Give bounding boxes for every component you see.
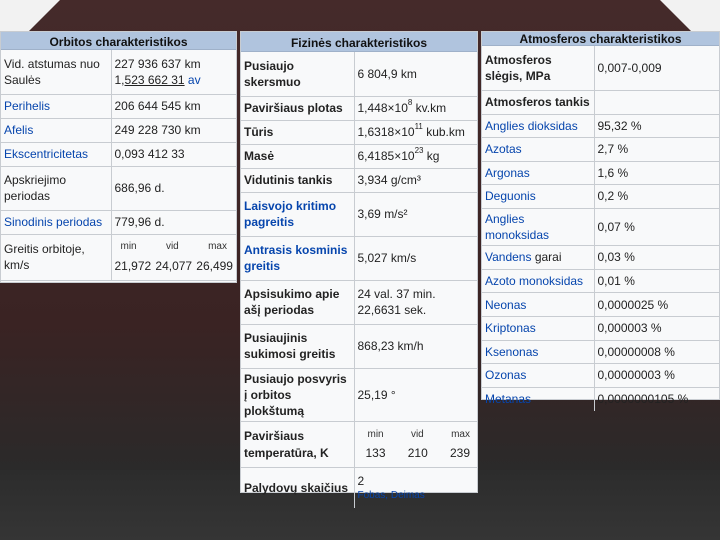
table-row: Pusiaujo skersmuo 6 804,9 km	[241, 52, 477, 97]
gas-link[interactable]: Argonas	[482, 161, 595, 186]
table-row: Vid. atstumas nuo Saulės 227 936 637 km …	[1, 50, 236, 95]
distance-km: 227 936 637 km	[114, 56, 201, 71]
table-row: Ekscentricitetas 0,093 412 33	[1, 142, 236, 167]
table-row: Apskriejimo periodas 686,96 d.	[1, 166, 236, 211]
table-row: Azoto monoksidas 0,01 %	[482, 269, 719, 294]
table-row: Paviršiaus plotas 1,448×108 kv.km	[241, 96, 477, 121]
row-value: 249 228 730 km	[111, 118, 236, 143]
synodic-period-link[interactable]: Sinodinis periodas	[1, 210, 112, 235]
table-row: Neonas 0,0000025 %	[482, 292, 719, 318]
physical-panel: Fizinės charakteristikos Pusiaujo skersm…	[240, 31, 478, 508]
gas-link[interactable]: Ksenonas	[482, 340, 595, 365]
gas-link[interactable]: Neonas	[482, 292, 595, 318]
table-row: Vidutinis tankis 3,934 g/cm³	[241, 168, 477, 193]
table-row: Ksenonas 0,00000008 %	[482, 340, 719, 365]
row-label: Greitis orbitoje, km/s	[1, 234, 112, 281]
table-row: Afelis 249 228 730 km	[1, 118, 236, 143]
table-row: Tūris 1,6318×1011 kub.km	[241, 120, 477, 145]
gas-link[interactable]: Azoto monoksidas	[482, 269, 595, 294]
table-row: Argonas 1,6 %	[482, 161, 719, 186]
atmosphere-panel: Atmosferos charakteristikos Atmosferos s…	[481, 31, 720, 411]
table-row: Laisvojo kritimo pagreitis 3,69 m/s²	[241, 192, 477, 237]
table-row: Perihelis 206 644 545 km	[1, 94, 236, 119]
gravity-link[interactable]: Laisvojo kritimo pagreitis	[241, 192, 355, 237]
gas-link[interactable]: Anglies dioksidas	[482, 114, 595, 139]
gas-link[interactable]: Deguonis	[482, 184, 595, 209]
row-label: Vid. atstumas nuo Saulės	[1, 50, 112, 95]
table-row: Antrasis kosminis greitis 5,027 km/s	[241, 236, 477, 281]
table-row: Greitis orbitoje, km/s min vid max 21,97…	[1, 234, 236, 281]
row-value: 206 644 545 km	[111, 94, 236, 119]
table-row: Anglies dioksidas 95,32 %	[482, 114, 719, 139]
table-row: Palydovų skaičius 2 Fobas, Deimas	[241, 467, 477, 508]
distance-au: 1,523 662 31 av	[114, 72, 201, 87]
escape-velocity-link[interactable]: Antrasis kosminis greitis	[241, 236, 355, 281]
table-row: Anglies monoksidas 0,07 %	[482, 208, 719, 247]
gas-link[interactable]: Kriptonas	[482, 316, 595, 341]
table-row: Azotas 2,7 %	[482, 137, 719, 162]
row-label: Apskriejimo periodas	[1, 166, 112, 211]
table-row: Apsisukimo apie ašį periodas 24 val. 37 …	[241, 280, 477, 325]
atmosphere-table: Atmosferos slėgis, MPa 0,007-0,009 Atmos…	[482, 46, 719, 411]
table-row: Kriptonas 0,000003 %	[482, 316, 719, 341]
physical-table: Pusiaujo skersmuo 6 804,9 km Paviršiaus …	[241, 52, 477, 508]
gas-link[interactable]: Vandens	[485, 250, 531, 264]
table-row: Ozonas 0,00000003 %	[482, 363, 719, 388]
table-row: Masė 6,4185×1023 kg	[241, 144, 477, 169]
table-row: Pusiaujo posvyris į orbitos plokštumą 25…	[241, 368, 477, 423]
table-row: Sinodinis periodas 779,96 d.	[1, 210, 236, 235]
table-row: Atmosferos slėgis, MPa 0,007-0,009	[482, 46, 719, 91]
table-row: Deguonis 0,2 %	[482, 184, 719, 209]
row-value: 0,093 412 33	[111, 142, 236, 167]
gas-link[interactable]: Anglies monoksidas	[482, 208, 595, 247]
row-value: 779,96 d.	[111, 210, 236, 235]
table-row: Atmosferos tankis	[482, 90, 719, 115]
speed-values: min vid max 21,972 24,077 26,499	[111, 234, 236, 281]
table-row: Pusiaujinis sukimosi greitis 868,23 km/h	[241, 324, 477, 369]
gas-link[interactable]: Metanas	[482, 387, 595, 411]
row-value: 686,96 d.	[111, 166, 236, 211]
orbit-table: Vid. atstumas nuo Saulės 227 936 637 km …	[1, 50, 236, 281]
table-row: Metanas 0,0000000105 %	[482, 387, 719, 411]
eccentricity-link[interactable]: Ekscentricitetas	[1, 142, 112, 167]
table-row: Vandens garai 0,03 %	[482, 245, 719, 270]
perihelion-link[interactable]: Perihelis	[1, 94, 112, 119]
table-row: Paviršiaus temperatūra, K min vid max 13…	[241, 421, 477, 469]
moons-link[interactable]: Fobas, Deimas	[358, 489, 475, 503]
gas-link[interactable]: Azotas	[482, 137, 595, 162]
gas-link[interactable]: Ozonas	[482, 363, 595, 388]
orbit-panel: Orbitos charakteristikos Vid. atstumas n…	[0, 31, 237, 283]
row-value: 227 936 637 km 1,523 662 31 av	[111, 50, 236, 95]
physical-panel-title: Fizinės charakteristikos	[241, 32, 477, 52]
aphelion-link[interactable]: Afelis	[1, 118, 112, 143]
orbit-panel-title: Orbitos charakteristikos	[1, 32, 236, 50]
atmosphere-panel-title: Atmosferos charakteristikos	[482, 32, 719, 46]
